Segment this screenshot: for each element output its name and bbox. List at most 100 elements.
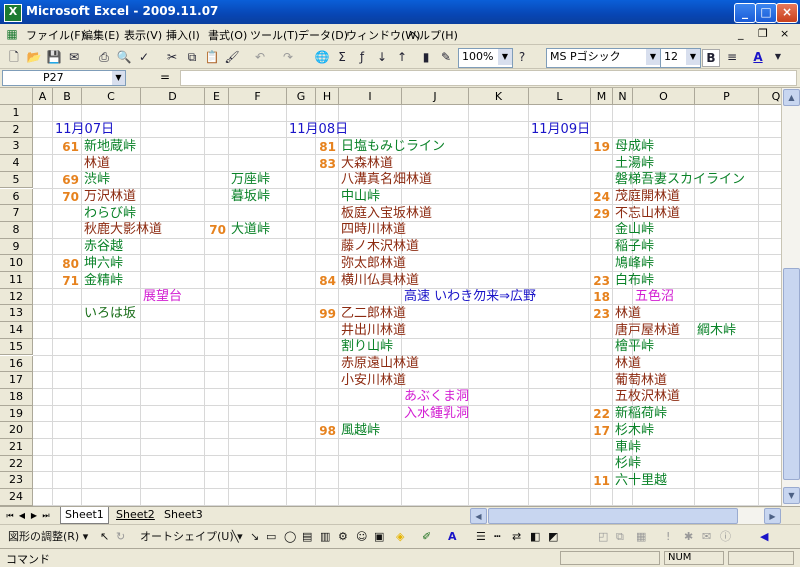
arrow-icon[interactable]: ↘ (250, 529, 259, 545)
overflow-icon[interactable]: ◀ (760, 529, 768, 545)
sort-ascending-icon[interactable]: ↓ (374, 49, 390, 65)
row-header-11[interactable]: 11 (0, 272, 33, 289)
cell-f8[interactable]: 大道峠 (231, 222, 270, 238)
cell-n9[interactable]: 稲子峠 (615, 239, 654, 255)
format-shape-icon[interactable]: ◰ (598, 529, 608, 545)
cell-n13[interactable]: 林道 (615, 306, 641, 322)
group-icon[interactable]: ▦ (636, 529, 646, 545)
cell-n22[interactable]: 杉峠 (615, 456, 641, 472)
cell-i15[interactable]: 割り山峠 (341, 339, 393, 355)
cell-b10[interactable]: 80 (53, 256, 79, 272)
cell-i5[interactable]: 八溝真名畑林道 (341, 172, 432, 188)
cell-j12[interactable]: 高速 いわき勿来⇒広野 (404, 289, 536, 305)
line-color-icon[interactable]: ✐ (422, 529, 431, 545)
spreadsheet-grid[interactable]: A B C D E F G H I J K L M N O P Q 1 2 3 4 5 6 7 8 9 10 11 12 13 14 15 16… (0, 88, 781, 506)
column-header-k[interactable]: K (469, 88, 529, 105)
cell-m7[interactable]: 29 (591, 206, 610, 222)
sheet-tab-sheet1[interactable]: Sheet1 (60, 507, 109, 524)
open-icon[interactable]: 📂 (26, 49, 42, 65)
align-icon[interactable]: ≡ (724, 49, 740, 65)
workbook-icon[interactable]: ▦ (4, 26, 20, 42)
cell-n6[interactable]: 茂庭開林道 (615, 189, 680, 205)
doc-restore-button[interactable]: ❐ (758, 27, 768, 40)
cell-c9[interactable]: 赤谷越 (84, 239, 123, 255)
cell-m12[interactable]: 18 (591, 289, 610, 305)
chevron-down-icon[interactable]: ▼ (686, 49, 700, 65)
chart-wizard-icon[interactable]: ▮ (418, 49, 434, 65)
column-header-l[interactable]: L (529, 88, 591, 105)
print-preview-icon[interactable]: 🔍 (116, 49, 132, 65)
column-header-o[interactable]: O (633, 88, 695, 105)
info-icon[interactable]: ⓘ (720, 529, 731, 545)
cell-i11[interactable]: 横川仏具林道 (341, 273, 419, 289)
column-header-c[interactable]: C (82, 88, 141, 105)
cell-o12[interactable]: 五色沼 (635, 289, 674, 305)
row-header-23[interactable]: 23 (0, 472, 33, 490)
new-icon[interactable]: 🗋 (6, 49, 22, 65)
chevron-down-icon[interactable]: ▼ (498, 49, 512, 65)
first-sheet-icon[interactable]: ⏮ (4, 509, 16, 522)
cell-d12[interactable]: 展望台 (143, 289, 182, 305)
cell-i9[interactable]: 藤ノ木沢林道 (341, 239, 419, 255)
scroll-left-icon[interactable]: ◀ (470, 508, 487, 524)
save-icon[interactable]: 💾 (46, 49, 62, 65)
cell-j18[interactable]: あぶくま洞 (404, 389, 469, 405)
font-color-icon[interactable]: A (750, 49, 766, 65)
drawing-icon[interactable]: ✎ (438, 49, 454, 65)
cell-n18[interactable]: 五枚沢林道 (615, 389, 680, 405)
close-button[interactable]: × (776, 3, 798, 23)
row-header-7[interactable]: 7 (0, 205, 33, 222)
cell-b6[interactable]: 70 (53, 189, 79, 205)
comment-icon[interactable]: ! (666, 529, 670, 545)
formula-input[interactable] (180, 70, 797, 86)
cell-h13[interactable]: 99 (316, 306, 336, 322)
cell-m11[interactable]: 23 (591, 273, 610, 289)
line-icon[interactable]: ╲ (232, 529, 239, 545)
row-header-1[interactable]: 1 (0, 105, 33, 122)
cell-p14[interactable]: 綱木峠 (697, 323, 736, 339)
cell-c10[interactable]: 坤六峠 (84, 256, 123, 272)
row-header-9[interactable]: 9 (0, 238, 33, 256)
sort-descending-icon[interactable]: ↑ (394, 49, 410, 65)
cell-e8[interactable]: 70 (205, 222, 226, 238)
minimize-button[interactable]: _ (734, 3, 756, 23)
picture-icon[interactable]: ▣ (374, 529, 384, 545)
3d-icon[interactable]: ◩ (548, 529, 558, 545)
cell-g2[interactable]: 11月08日 (289, 122, 348, 138)
cell-n19[interactable]: 新稲荷峠 (615, 406, 667, 422)
row-header-17[interactable]: 17 (0, 372, 33, 389)
hyperlink-icon[interactable]: 🌐 (314, 49, 330, 65)
scroll-down-icon[interactable]: ▼ (783, 487, 800, 504)
cell-c8[interactable]: 秋鹿大影林道 (84, 222, 162, 238)
cell-b2[interactable]: 11月07日 (55, 122, 114, 138)
cell-m23[interactable]: 11 (591, 473, 610, 489)
cell-i8[interactable]: 四時川林道 (341, 222, 406, 238)
cell-m20[interactable]: 17 (591, 423, 610, 439)
row-header-21[interactable]: 21 (0, 439, 33, 456)
format-painter-icon[interactable]: 🖌 (224, 49, 240, 65)
cell-c3[interactable]: 新地蔵峠 (84, 139, 136, 155)
cell-j19[interactable]: 入水鍾乳洞 (404, 406, 469, 422)
diagram-icon[interactable]: ⚙ (338, 529, 348, 545)
row-header-19[interactable]: 19 (0, 405, 33, 423)
column-header-b[interactable]: B (53, 88, 82, 105)
cell-i4[interactable]: 大森林道 (341, 156, 393, 172)
column-header-i[interactable]: I (339, 88, 402, 105)
align-objects-icon[interactable]: ⧉ (616, 529, 624, 545)
column-header-q[interactable]: Q (759, 88, 781, 105)
last-sheet-icon[interactable]: ⏭ (40, 509, 52, 522)
cell-c4[interactable]: 林道 (84, 156, 110, 172)
dash-style-icon[interactable]: ┅ (494, 529, 501, 545)
cell-i16[interactable]: 赤原遠山林道 (341, 356, 419, 372)
chevron-down-icon[interactable]: ▼ (646, 49, 660, 65)
clipart-icon[interactable]: ☺ (356, 529, 367, 545)
chevron-down-icon[interactable]: ▼ (112, 71, 125, 85)
name-box[interactable]: P27 ▼ (2, 70, 126, 86)
row-header-15[interactable]: 15 (0, 338, 33, 356)
doc-close-button[interactable]: × (780, 27, 789, 40)
spelling-icon[interactable]: ✓ (136, 49, 152, 65)
cell-n7[interactable]: 不忘山林道 (615, 206, 680, 222)
cell-c13[interactable]: いろは坂 (84, 306, 136, 322)
row-header-13[interactable]: 13 (0, 305, 33, 323)
research-icon[interactable]: ✉ (702, 529, 711, 545)
